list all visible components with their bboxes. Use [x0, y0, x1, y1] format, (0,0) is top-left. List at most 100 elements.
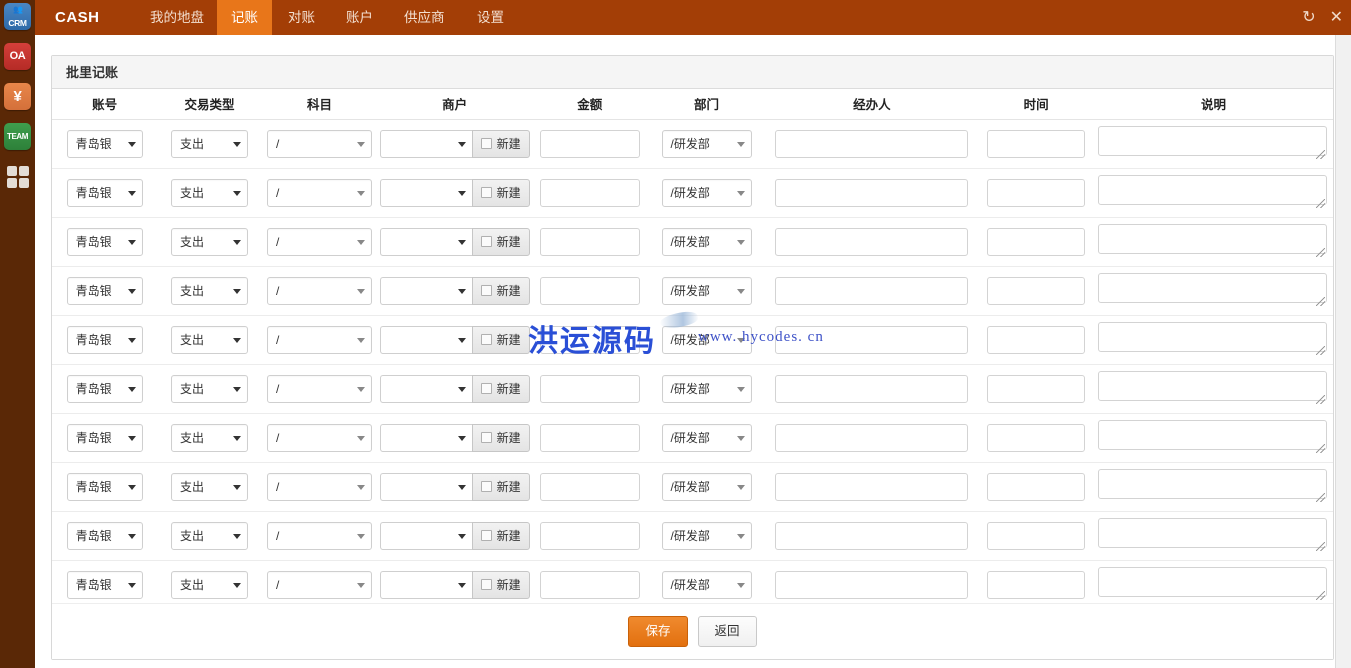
department-select[interactable]: /研发部: [661, 521, 752, 550]
nav-tab-bookkeeping[interactable]: 记账: [217, 0, 272, 35]
remark-textarea[interactable]: [1098, 175, 1327, 205]
merchant-select[interactable]: [379, 227, 472, 256]
trans-type-select[interactable]: 支出: [171, 472, 248, 501]
time-input[interactable]: [987, 129, 1086, 158]
time-input[interactable]: [987, 276, 1086, 305]
nav-tab-settings[interactable]: 设置: [463, 0, 518, 35]
handler-input[interactable]: [775, 129, 969, 158]
merchant-select[interactable]: [379, 521, 472, 550]
subject-select[interactable]: /: [267, 129, 373, 158]
remark-textarea[interactable]: [1098, 224, 1327, 254]
handler-input[interactable]: [775, 227, 969, 256]
merchant-select[interactable]: [379, 570, 472, 599]
account-select[interactable]: 青岛银: [66, 570, 143, 599]
checkbox-icon[interactable]: [480, 432, 492, 443]
trans-type-select[interactable]: 支出: [171, 178, 248, 207]
department-select[interactable]: /研发部: [661, 227, 752, 256]
remark-textarea[interactable]: [1098, 371, 1327, 401]
subject-select[interactable]: /: [267, 423, 373, 452]
handler-input[interactable]: [775, 276, 969, 305]
nav-tab-my-space[interactable]: 我的地盘: [136, 0, 218, 35]
checkbox-icon[interactable]: [480, 285, 492, 296]
checkbox-icon[interactable]: [480, 383, 492, 394]
merchant-new-button[interactable]: 新建: [471, 472, 530, 501]
amount-input[interactable]: [539, 325, 640, 354]
account-select[interactable]: 青岛银: [66, 178, 143, 207]
amount-input[interactable]: [539, 472, 640, 501]
trans-type-select[interactable]: 支出: [171, 129, 248, 158]
remark-textarea[interactable]: [1098, 420, 1327, 450]
department-select[interactable]: /研发部: [661, 129, 752, 158]
merchant-new-button[interactable]: 新建: [471, 570, 530, 599]
merchant-select[interactable]: [379, 276, 472, 305]
handler-input[interactable]: [775, 423, 969, 452]
time-input[interactable]: [987, 472, 1086, 501]
account-select[interactable]: 青岛银: [66, 521, 143, 550]
rail-item-finance[interactable]: ¥: [4, 83, 31, 110]
merchant-new-button[interactable]: 新建: [471, 276, 530, 305]
merchant-new-button[interactable]: 新建: [471, 227, 530, 256]
checkbox-icon[interactable]: [480, 579, 492, 590]
department-select[interactable]: /研发部: [661, 570, 752, 599]
time-input[interactable]: [987, 374, 1086, 403]
checkbox-icon[interactable]: [480, 187, 492, 198]
amount-input[interactable]: [539, 129, 640, 158]
department-select[interactable]: /研发部: [661, 276, 752, 305]
merchant-new-button[interactable]: 新建: [471, 423, 530, 452]
handler-input[interactable]: [775, 374, 969, 403]
account-select[interactable]: 青岛银: [66, 423, 143, 452]
handler-input[interactable]: [775, 570, 969, 599]
subject-select[interactable]: /: [267, 276, 373, 305]
time-input[interactable]: [987, 325, 1086, 354]
subject-select[interactable]: /: [267, 227, 373, 256]
subject-select[interactable]: /: [267, 570, 373, 599]
checkbox-icon[interactable]: [480, 236, 492, 247]
account-select[interactable]: 青岛银: [66, 276, 143, 305]
subject-select[interactable]: /: [267, 325, 373, 354]
time-input[interactable]: [987, 227, 1086, 256]
merchant-select[interactable]: [379, 374, 472, 403]
subject-select[interactable]: /: [267, 521, 373, 550]
remark-textarea[interactable]: [1098, 518, 1327, 548]
trans-type-select[interactable]: 支出: [171, 325, 248, 354]
subject-select[interactable]: /: [267, 472, 373, 501]
checkbox-icon[interactable]: [480, 530, 492, 541]
merchant-select[interactable]: [379, 472, 472, 501]
department-select[interactable]: /研发部: [661, 374, 752, 403]
trans-type-select[interactable]: 支出: [171, 276, 248, 305]
remark-textarea[interactable]: [1098, 567, 1327, 597]
account-select[interactable]: 青岛银: [66, 227, 143, 256]
account-select[interactable]: 青岛银: [66, 472, 143, 501]
checkbox-icon[interactable]: [480, 334, 492, 345]
refresh-icon[interactable]: ↻: [1302, 9, 1315, 26]
back-button[interactable]: 返回: [697, 616, 757, 647]
handler-input[interactable]: [775, 521, 969, 550]
trans-type-select[interactable]: 支出: [171, 521, 248, 550]
rail-item-apps[interactable]: [4, 163, 31, 190]
merchant-new-button[interactable]: 新建: [471, 374, 530, 403]
account-select[interactable]: 青岛银: [66, 325, 143, 354]
time-input[interactable]: [987, 178, 1086, 207]
remark-textarea[interactable]: [1098, 126, 1327, 156]
remark-textarea[interactable]: [1098, 469, 1327, 499]
checkbox-icon[interactable]: [480, 481, 492, 492]
merchant-select[interactable]: [379, 178, 472, 207]
department-select[interactable]: /研发部: [661, 178, 752, 207]
department-select[interactable]: /研发部: [661, 472, 752, 501]
nav-tab-reconcile[interactable]: 对账: [274, 0, 329, 35]
trans-type-select[interactable]: 支出: [171, 227, 248, 256]
merchant-new-button[interactable]: 新建: [471, 325, 530, 354]
nav-tab-accounts[interactable]: 账户: [332, 0, 387, 35]
account-select[interactable]: 青岛银: [66, 374, 143, 403]
rail-item-crm[interactable]: 👥 CRM: [4, 3, 31, 30]
amount-input[interactable]: [539, 570, 640, 599]
checkbox-icon[interactable]: [480, 138, 492, 149]
time-input[interactable]: [987, 521, 1086, 550]
merchant-new-button[interactable]: 新建: [471, 129, 530, 158]
time-input[interactable]: [987, 423, 1086, 452]
remark-textarea[interactable]: [1098, 322, 1327, 352]
time-input[interactable]: [987, 570, 1086, 599]
trans-type-select[interactable]: 支出: [171, 423, 248, 452]
merchant-new-button[interactable]: 新建: [471, 521, 530, 550]
nav-tab-suppliers[interactable]: 供应商: [390, 0, 459, 35]
